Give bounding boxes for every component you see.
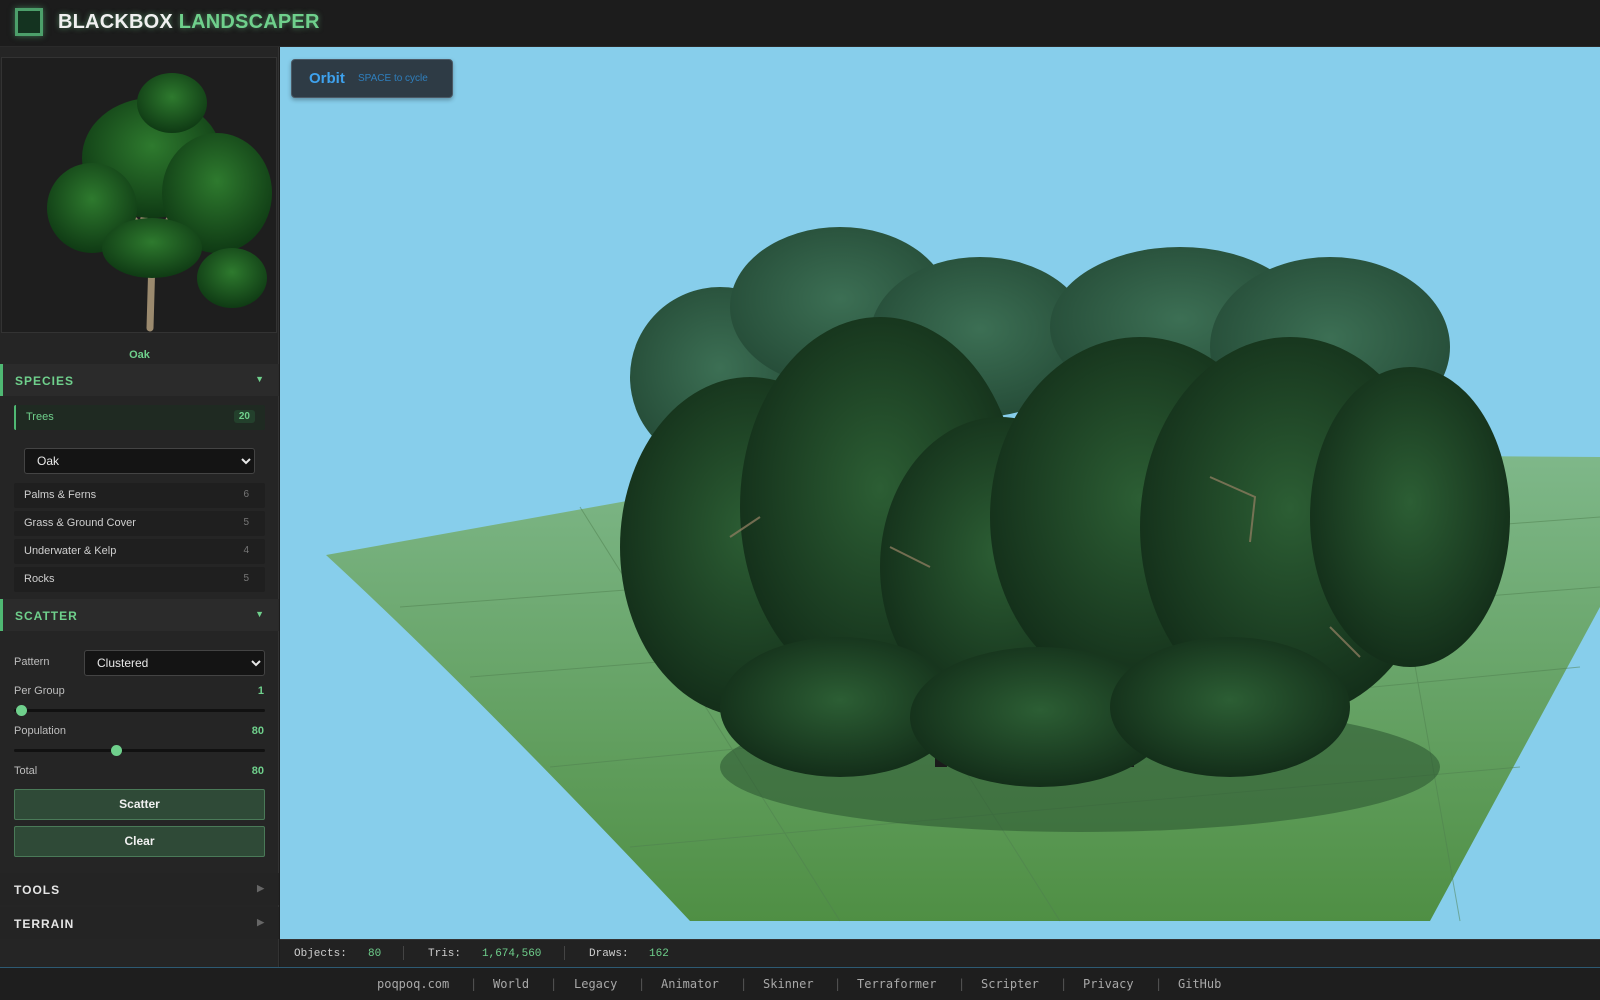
species-section-title: SPECIES (15, 374, 75, 388)
footer-link-world[interactable]: World (493, 977, 529, 991)
preview-name: Oak (129, 349, 150, 361)
sidebar: Oak SPECIES ▼ Trees 20 Oak Palms & Ferns… (0, 47, 279, 967)
camera-mode-hint: SPACE to cycle (358, 73, 428, 84)
app-title: BLACKBOX LANDSCAPER (58, 11, 320, 34)
footer-separator: | (1060, 977, 1068, 991)
scatter-section-title: SCATTER (15, 609, 78, 623)
species-section-header[interactable]: SPECIES ▼ (0, 364, 279, 396)
footer-link-privacy[interactable]: Privacy (1083, 977, 1134, 991)
terrain-section-title: TERRAIN (14, 917, 75, 931)
category-rocks[interactable]: Rocks 5 (14, 567, 265, 592)
app-header: BLACKBOX LANDSCAPER (0, 0, 1600, 47)
category-grass-ground-cover[interactable]: Grass & Ground Cover 5 (14, 511, 265, 536)
footer-separator: | (834, 977, 842, 991)
objects-value: 80 (368, 948, 382, 960)
stats-bar: Objects: 80 Tris: 1,674,560 Draws: 162 (280, 939, 1600, 967)
per-group-slider[interactable] (14, 705, 265, 716)
footer-link-animator[interactable]: Animator (661, 977, 719, 991)
footer-link-scripter[interactable]: Scripter (981, 977, 1039, 991)
chevron-right-icon: ▶ (257, 883, 265, 893)
footer-link-legacy[interactable]: Legacy (574, 977, 617, 991)
terrain-section-header[interactable]: TERRAIN ▶ (0, 907, 279, 939)
footer-link-terraformer[interactable]: Terraformer (857, 977, 936, 991)
scatter-button[interactable]: Scatter (14, 789, 265, 820)
footer-link-github[interactable]: GitHub (1178, 977, 1221, 991)
species-preview (1, 57, 277, 333)
category-count: 20 (233, 410, 255, 423)
objects-label: Objects: (294, 948, 347, 960)
population-slider-thumb[interactable] (110, 745, 122, 756)
per-group-value: 1 (257, 685, 264, 697)
total-value: 80 (251, 765, 264, 777)
category-count: 6 (243, 489, 249, 500)
tris-label: Tris: (428, 948, 462, 960)
tree-species-select[interactable]: Oak (24, 448, 255, 474)
app-title-part2: LANDSCAPER (178, 11, 320, 33)
category-count: 4 (243, 545, 249, 556)
total-label: Total (14, 765, 38, 777)
category-palms-ferns[interactable]: Palms & Ferns 6 (14, 483, 265, 508)
footer-separator: | (1155, 977, 1163, 991)
footer-separator: | (550, 977, 558, 991)
category-trees[interactable]: Trees 20 (14, 405, 265, 430)
category-label: Trees (26, 411, 54, 423)
stats-divider (564, 946, 565, 960)
draws-label: Draws: (589, 948, 629, 960)
camera-mode-indicator[interactable]: Orbit SPACE to cycle (291, 59, 453, 98)
footer-separator: | (470, 977, 478, 991)
category-underwater-kelp[interactable]: Underwater & Kelp 4 (14, 539, 265, 564)
footer-link-skinner[interactable]: Skinner (763, 977, 814, 991)
camera-mode: Orbit (309, 70, 345, 87)
chevron-down-icon: ▼ (255, 609, 265, 619)
clear-button[interactable]: Clear (14, 826, 265, 857)
population-slider[interactable] (14, 745, 265, 756)
category-count: 5 (243, 517, 249, 528)
logo-icon (15, 8, 43, 36)
tris-value: 1,674,560 (482, 948, 542, 960)
footer-separator: | (740, 977, 748, 991)
scene-render[interactable] (280, 47, 1600, 939)
pattern-label: Pattern (14, 656, 50, 668)
category-label: Palms & Ferns (24, 489, 97, 501)
footer-separator: | (958, 977, 966, 991)
footer-nav: poqpoq.com | World | Legacy | Animator |… (0, 967, 1600, 1000)
category-count: 5 (243, 573, 249, 584)
scatter-section-header[interactable]: SCATTER ▼ (0, 599, 279, 631)
draws-value: 162 (649, 948, 669, 960)
category-label: Grass & Ground Cover (24, 517, 136, 529)
tools-section-title: TOOLS (14, 883, 61, 897)
tools-section-header[interactable]: TOOLS ▶ (0, 873, 279, 905)
footer-link-poqpoq[interactable]: poqpoq.com (377, 977, 449, 991)
app-title-part1: BLACKBOX (58, 11, 173, 33)
3d-viewport[interactable]: Orbit SPACE to cycle (280, 47, 1600, 939)
category-label: Underwater & Kelp (24, 545, 117, 557)
population-label: Population (14, 725, 66, 737)
chevron-down-icon: ▼ (255, 374, 265, 384)
stats-divider (403, 946, 404, 960)
chevron-right-icon: ▶ (257, 917, 265, 927)
footer-separator: | (638, 977, 646, 991)
category-label: Rocks (24, 573, 55, 585)
oak-preview-image (47, 73, 272, 332)
per-group-label: Per Group (14, 685, 65, 697)
per-group-slider-thumb[interactable] (16, 705, 27, 716)
population-value: 80 (251, 725, 264, 737)
pattern-select[interactable]: Clustered (84, 650, 265, 676)
